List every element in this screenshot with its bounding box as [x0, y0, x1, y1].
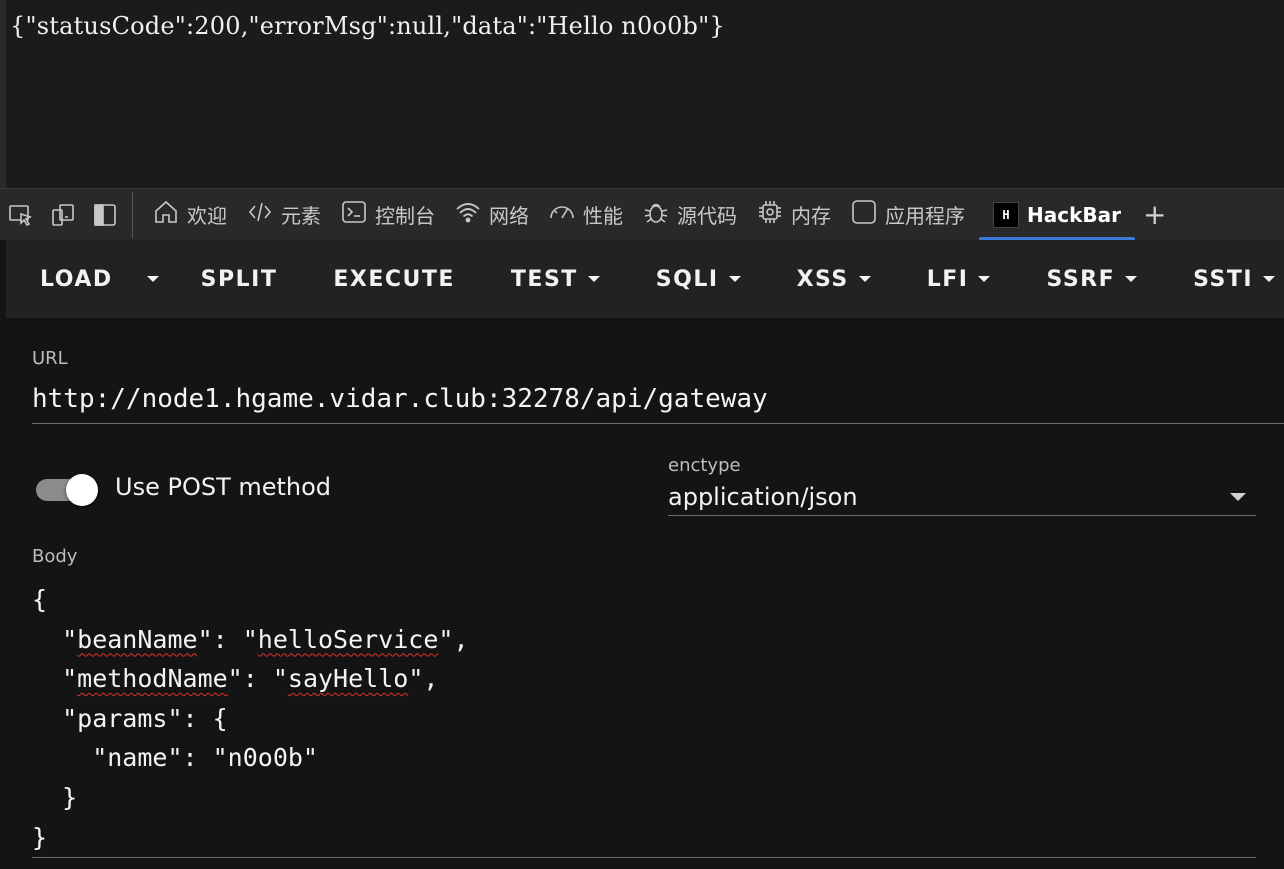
- console-icon: [341, 199, 367, 230]
- execute-button[interactable]: EXECUTE: [305, 240, 483, 318]
- inspect-icon[interactable]: [0, 189, 42, 241]
- tab-label: 元素: [281, 204, 321, 228]
- ssti-label: SSTI: [1193, 266, 1254, 292]
- xss-label: XSS: [796, 266, 849, 292]
- devtools-tab-bar: 欢迎 元素 控制台 网络 性能 源代码 内存 应用程序 H HackBar +: [0, 188, 1284, 241]
- chevron-down-icon: [146, 276, 159, 282]
- test-menu-button[interactable]: TEST: [483, 240, 628, 318]
- home-icon: [153, 199, 179, 230]
- ssrf-label: SSRF: [1046, 266, 1116, 292]
- tab-network[interactable]: 网络: [449, 189, 543, 241]
- ssrf-menu-button[interactable]: SSRF: [1018, 240, 1165, 318]
- post-method-toggle[interactable]: [36, 474, 98, 506]
- code-line: "params": {: [32, 703, 228, 733]
- tab-application[interactable]: 应用程序: [845, 189, 979, 241]
- chevron-down-icon: [1125, 276, 1138, 282]
- gauge-icon: [549, 199, 575, 230]
- tab-console[interactable]: 控制台: [335, 189, 449, 241]
- tab-label: 内存: [791, 204, 831, 228]
- code-line: }: [32, 822, 48, 852]
- tab-label: 性能: [583, 204, 623, 228]
- sqli-menu-button[interactable]: SQLI: [628, 240, 769, 318]
- body-label: Body: [32, 546, 78, 567]
- split-button[interactable]: SPLIT: [173, 240, 306, 318]
- code-line: "beanName": "helloService",: [32, 624, 469, 654]
- tab-label: 控制台: [375, 204, 435, 228]
- sqli-label: SQLI: [655, 266, 719, 292]
- response-panel: {"statusCode":200,"errorMsg":null,"data"…: [0, 0, 1284, 188]
- code-line: }: [32, 782, 78, 812]
- code-line: {: [32, 585, 48, 614]
- url-label: URL: [32, 348, 68, 369]
- load-button[interactable]: LOAD: [6, 240, 139, 318]
- wifi-icon: [455, 199, 481, 230]
- ssti-menu-button[interactable]: SSTI: [1165, 240, 1284, 318]
- hackbar-logo: H: [993, 201, 1019, 228]
- chevron-down-icon: [1263, 276, 1276, 282]
- response-text: {"statusCode":200,"errorMsg":null,"data"…: [10, 12, 725, 40]
- hackbar-toolbar: LOAD SPLIT EXECUTE TEST SQLI XSS LFI SSR…: [6, 240, 1284, 318]
- chevron-down-icon: [1230, 493, 1246, 501]
- chip-icon: [757, 199, 783, 230]
- add-tab-button[interactable]: +: [1143, 198, 1166, 231]
- chevron-down-icon: [978, 276, 991, 282]
- tab-memory[interactable]: 内存: [751, 189, 845, 241]
- chevron-down-icon: [587, 276, 600, 282]
- toolbar-divider: [132, 191, 133, 238]
- tab-label: 应用程序: [885, 204, 965, 228]
- post-method-label: Use POST method: [115, 473, 332, 501]
- tab-sources[interactable]: 源代码: [637, 189, 751, 241]
- window-icon: [851, 199, 877, 230]
- tab-label: 欢迎: [187, 204, 227, 228]
- tab-label: HackBar: [1027, 202, 1121, 227]
- tab-label: 源代码: [677, 204, 737, 228]
- enctype-label: enctype: [668, 455, 741, 476]
- code-line: "methodName": "sayHello",: [32, 664, 439, 694]
- xss-menu-button[interactable]: XSS: [769, 240, 899, 318]
- load-menu-button[interactable]: [139, 240, 173, 318]
- chevron-down-icon: [858, 276, 871, 282]
- enctype-value: application/json: [668, 483, 858, 511]
- url-input[interactable]: http://node1.hgame.vidar.club:32278/api/…: [32, 374, 1284, 424]
- tab-hackbar[interactable]: H HackBar: [979, 189, 1135, 241]
- device-icon[interactable]: [42, 189, 84, 241]
- chevron-down-icon: [728, 276, 741, 282]
- hackbar-form: URL http://node1.hgame.vidar.club:32278/…: [6, 318, 1284, 869]
- test-label: TEST: [510, 266, 578, 292]
- lfi-label: LFI: [926, 266, 969, 292]
- tab-welcome[interactable]: 欢迎: [147, 189, 241, 241]
- tab-performance[interactable]: 性能: [543, 189, 637, 241]
- dock-icon[interactable]: [84, 189, 126, 241]
- lfi-menu-button[interactable]: LFI: [899, 240, 1019, 318]
- tab-elements[interactable]: 元素: [241, 189, 335, 241]
- enctype-select[interactable]: application/json: [668, 478, 1256, 516]
- tab-label: 网络: [489, 204, 529, 228]
- toggle-thumb: [66, 474, 98, 506]
- code-line: "name": "n0o0b": [32, 743, 318, 773]
- bug-icon: [643, 199, 669, 230]
- code-icon: [247, 199, 273, 230]
- body-textarea[interactable]: { "beanName": "helloService", "methodNam…: [32, 580, 1256, 858]
